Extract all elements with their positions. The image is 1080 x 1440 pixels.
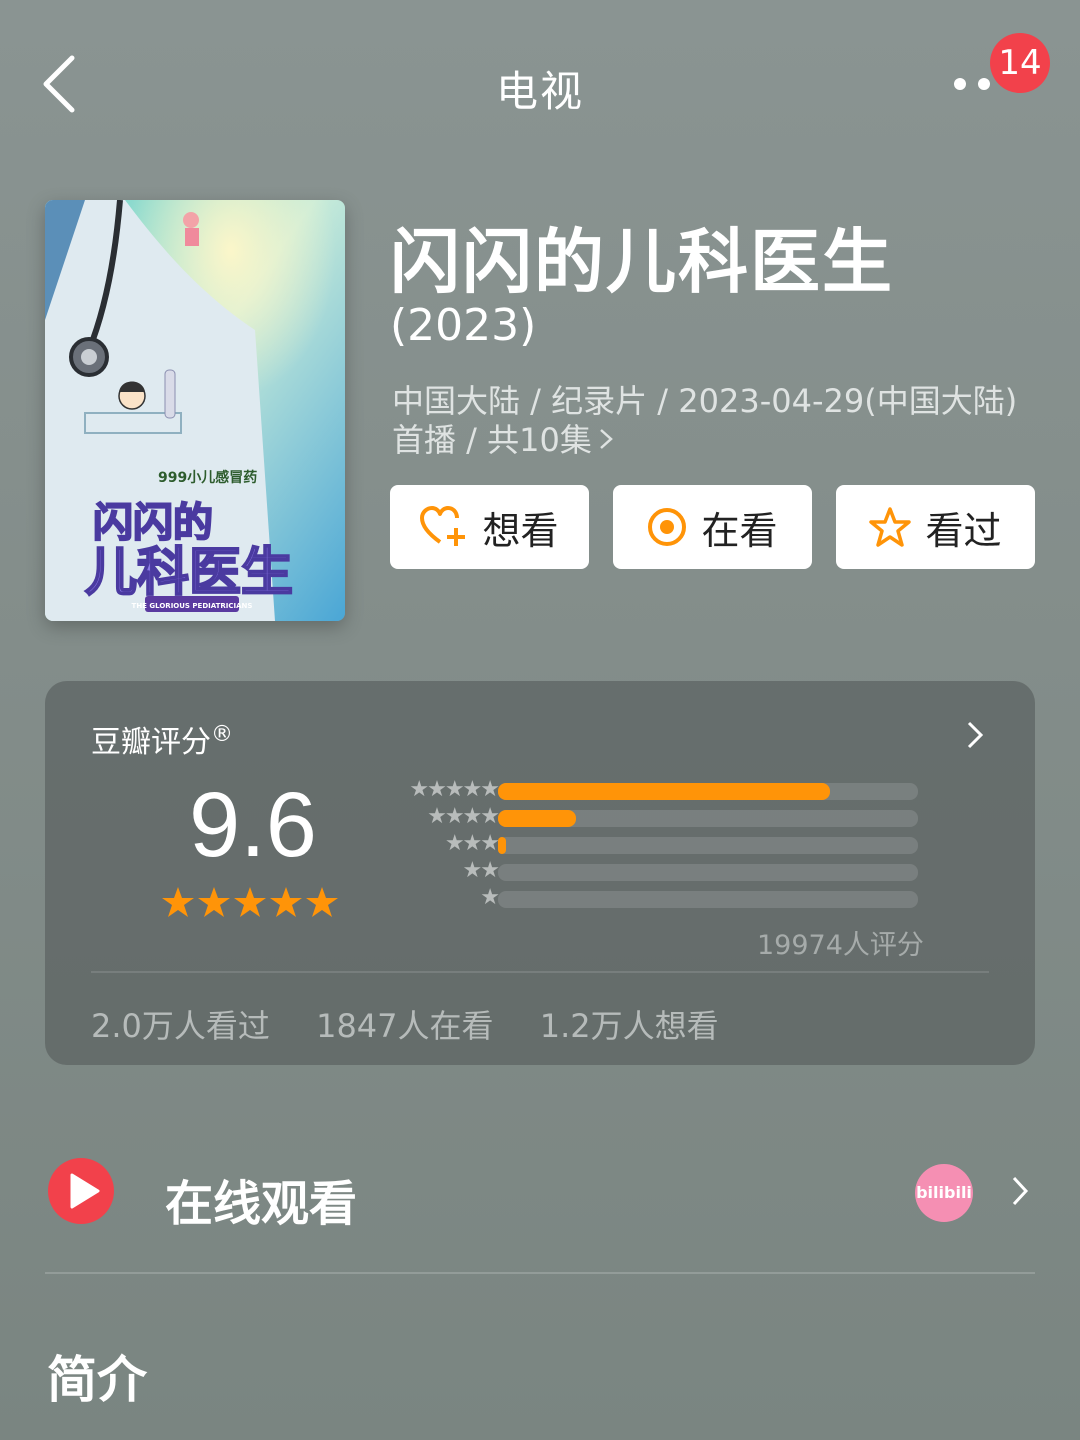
rating-label-wrap: 豆瓣评分® bbox=[91, 717, 233, 761]
show-meta[interactable]: 中国大陆 / 纪录片 / 2023-04-29(中国大陆) 首播 / 共10集 bbox=[392, 382, 1052, 460]
rating-row-2-star: ★★ bbox=[375, 858, 920, 883]
rating-row-stars-icon: ★★★★ bbox=[427, 804, 500, 829]
rating-row-3-star: ★★★ bbox=[375, 831, 920, 856]
rating-bar-track bbox=[498, 810, 918, 827]
rating-row-stars-icon: ★★ bbox=[462, 858, 500, 883]
rating-stats: 2.0万人看过 1847人在看 1.2万人想看 bbox=[91, 1001, 755, 1047]
stat-watching: 1847人在看 bbox=[316, 1007, 494, 1045]
watching-label: 在看 bbox=[701, 508, 778, 553]
stat-watched: 2.0万人看过 bbox=[91, 1007, 270, 1045]
want-button[interactable]: 想看 bbox=[390, 485, 589, 569]
meta-line-2: 首播 / 共10集 bbox=[392, 421, 592, 459]
rating-score: 9.6 bbox=[189, 774, 317, 876]
divider bbox=[91, 971, 989, 973]
poster-title-line2: 儿科医生 bbox=[85, 543, 293, 603]
rating-row-5-star: ★★★★★ bbox=[375, 777, 920, 802]
play-icon bbox=[48, 1158, 114, 1224]
poster-subtitle: THE GLORIOUS PEDIATRICIANS bbox=[132, 602, 253, 610]
poster-title-line1: 闪闪的 bbox=[93, 500, 213, 546]
watching-button[interactable]: 在看 bbox=[613, 485, 812, 569]
watched-label: 看过 bbox=[925, 508, 1002, 553]
chevron-right-icon bbox=[598, 421, 614, 460]
chevron-right-icon[interactable] bbox=[965, 719, 985, 755]
notification-badge[interactable]: 14 bbox=[990, 33, 1050, 93]
rating-row-1-star: ★ bbox=[375, 885, 920, 910]
rating-bar-fill bbox=[498, 837, 506, 854]
chevron-right-icon bbox=[1010, 1174, 1030, 1212]
rating-stars-icon bbox=[162, 887, 338, 917]
poster-brand: 999小儿感冒药 bbox=[158, 469, 257, 486]
rating-label: 豆瓣评分 bbox=[91, 725, 211, 760]
want-label: 想看 bbox=[482, 508, 559, 553]
rating-row-4-star: ★★★★ bbox=[375, 804, 920, 829]
online-watch-row[interactable]: 在线观看 bilibili bbox=[0, 1140, 1080, 1250]
rating-stars bbox=[161, 886, 341, 926]
bilibili-icon: bilibili bbox=[915, 1164, 973, 1222]
rating-bar-track bbox=[498, 891, 918, 908]
more-button[interactable] bbox=[948, 72, 998, 96]
show-year: (2023) bbox=[390, 300, 537, 351]
poster-image[interactable]: 999小儿感冒药 闪闪的 儿科医生 THE GLORIOUS PEDIATRIC… bbox=[45, 200, 345, 621]
rating-bar-track bbox=[498, 864, 918, 881]
heart-plus-icon bbox=[420, 506, 466, 546]
poster-artwork: 999小儿感冒药 闪闪的 儿科医生 THE GLORIOUS PEDIATRIC… bbox=[45, 200, 345, 621]
rating-card[interactable]: 豆瓣评分® 9.6 ★★★★★ ★★★★ ★★★ ★★ ★ 19974人评分 2.0万人… bbox=[45, 681, 1035, 1065]
meta-line-1: 中国大陆 / 纪录片 / 2023-04-29(中国大陆) bbox=[392, 382, 1018, 420]
rating-row-stars-icon: ★★★★★ bbox=[409, 777, 500, 802]
rating-bar-track bbox=[498, 837, 918, 854]
rating-bar-track bbox=[498, 783, 918, 800]
stat-want: 1.2万人想看 bbox=[539, 1007, 719, 1045]
rating-row-stars-icon: ★ bbox=[480, 885, 500, 910]
meta-line-2-wrap: 首播 / 共10集 bbox=[392, 421, 1052, 460]
rating-count: 19974人评分 bbox=[757, 930, 924, 961]
show-title: 闪闪的儿科医生 bbox=[390, 221, 894, 303]
more-dot-icon bbox=[954, 78, 966, 90]
more-dot-icon bbox=[978, 78, 990, 90]
rating-row-stars-icon: ★★★ bbox=[444, 831, 500, 856]
star-icon bbox=[869, 507, 912, 547]
rating-bar-fill bbox=[498, 810, 576, 827]
top-bar: 电视 14 bbox=[0, 0, 1080, 170]
online-watch-label: 在线观看 bbox=[165, 1176, 358, 1232]
registered-mark: ® bbox=[211, 722, 233, 747]
page-title: 电视 bbox=[495, 67, 584, 116]
target-icon bbox=[648, 508, 687, 546]
divider bbox=[45, 1272, 1035, 1274]
rating-bar-fill bbox=[498, 783, 830, 800]
intro-heading: 简介 bbox=[47, 1351, 147, 1409]
watched-button[interactable]: 看过 bbox=[836, 485, 1035, 569]
